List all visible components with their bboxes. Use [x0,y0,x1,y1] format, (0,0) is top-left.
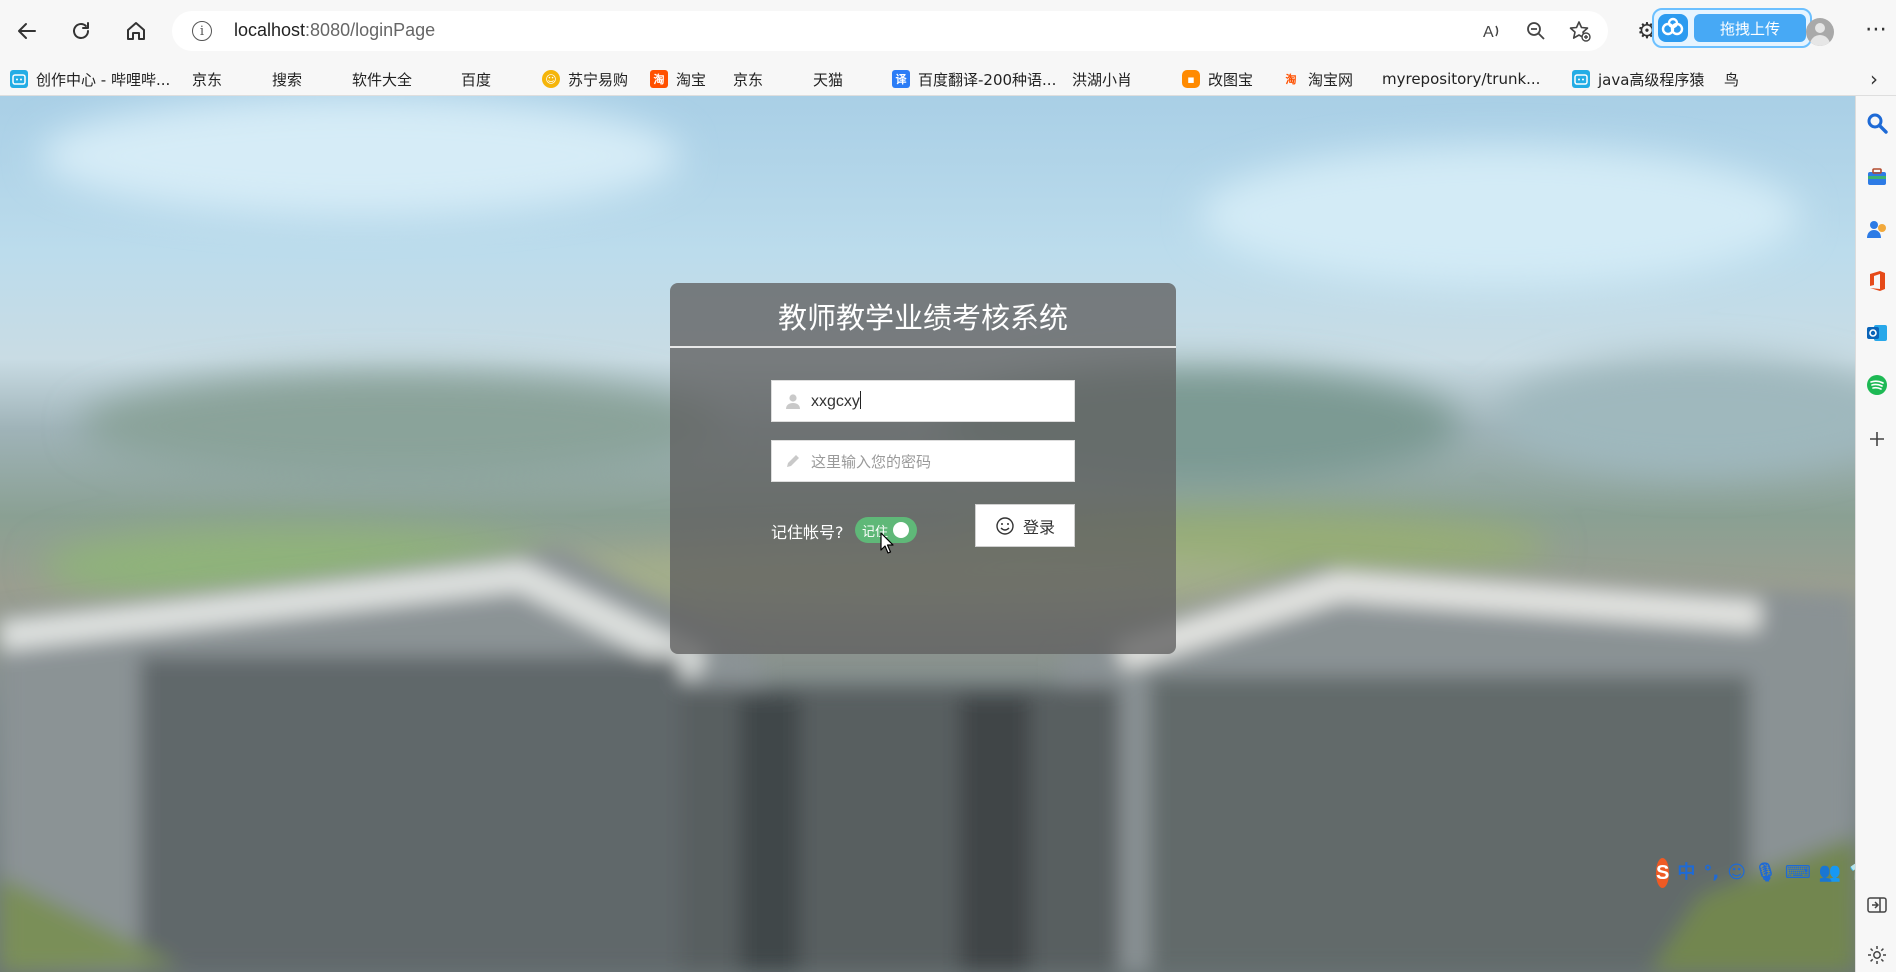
bookmark-label: 百度 [461,70,492,89]
bookmark-item[interactable]: 淘 淘宝网 [1282,62,1354,96]
bookmark-label: myrepository/trunk... [1382,70,1541,88]
bookmark-item[interactable]: java高级程序猿 [1572,62,1704,96]
remember-account-label: 记住帐号? [771,523,844,542]
search-icon[interactable] [1866,112,1888,134]
people-games-icon[interactable] [1866,218,1888,240]
bookmark-item[interactable]: 搜索 [272,62,303,176]
zoom-out-icon[interactable] [1524,19,1548,43]
bookmarks-overflow-chevron-icon[interactable]: › [1870,62,1878,96]
toggle-knob [893,522,909,538]
bookmark-label: 天猫 [813,70,844,89]
bookmark-item[interactable]: 淘 淘宝 [650,62,706,96]
mouse-cursor-icon [880,532,894,554]
outlook-icon[interactable] [1866,322,1888,344]
bookmark-label: 搜索 [272,70,303,89]
bookmark-label: 百度翻译-200种语... [918,70,1057,89]
read-aloud-icon[interactable]: A [1480,19,1504,43]
reload-button[interactable] [64,14,98,48]
bookmark-item[interactable]: ☺ 苏宁易购 [542,62,628,96]
bookmark-label: 洪湖小肖 [1072,70,1133,89]
bookmark-label: 京东 [192,70,223,89]
hide-sidebar-icon[interactable] [1866,894,1888,916]
emoji-icon[interactable]: ☺ [1727,864,1746,882]
browser-sidebar [1855,96,1896,972]
pencil-icon [787,455,799,467]
bookmark-item[interactable]: 译 百度翻译-200种语... [892,62,1056,96]
tools-briefcase-icon[interactable] [1866,166,1888,188]
suning-icon: ☺ [542,70,560,88]
password-input[interactable]: 这里输入您的密码 [771,440,1075,482]
translate-icon: 译 [892,70,910,88]
profile-avatar-icon[interactable] [1806,18,1834,46]
reload-icon [73,22,89,39]
bilibili-icon [10,70,28,88]
password-placeholder: 这里输入您的密码 [811,453,932,471]
spotify-icon[interactable] [1866,374,1888,396]
url-host: localhost [234,20,306,40]
ime-mode[interactable]: 中 [1677,864,1695,882]
add-sidebar-app-icon[interactable] [1866,428,1888,450]
bookmark-item[interactable]: myrepository/trunk... [1382,62,1541,176]
bookmark-item[interactable]: 百度 [461,62,492,175]
bookmark-label: 软件大全 [352,70,413,89]
home-button[interactable] [119,14,153,48]
bookmark-label: 苏宁易购 [568,70,629,89]
bookmark-label: 鸟 [1724,70,1740,89]
add-favorite-icon[interactable] [1568,19,1592,43]
address-bar[interactable]: i localhost:8080/loginPage A [172,11,1608,51]
sidebar-settings-gear-icon[interactable] [1866,944,1888,966]
bookmark-item[interactable]: 鸟 [1724,62,1740,174]
url-path: :8080/loginPage [305,20,436,40]
browser-toolbar: i localhost:8080/loginPage A ⚙ 拖拽上传 ⋯ [0,0,1896,62]
system-title: 教师教学业绩考核系统 [777,301,1068,335]
bookmark-item[interactable]: 京东 [733,62,764,176]
drag-upload-label: 拖拽上传 [1694,14,1806,42]
smile-icon [996,516,1014,535]
bilibili-icon [1572,70,1590,88]
bookmark-label: 创作中心 - 哔哩哔... [36,70,171,89]
bookmark-item[interactable]: 洪湖小肖 [1072,62,1133,176]
bookmark-label: 淘宝网 [1308,70,1354,89]
bookmark-item[interactable]: ▪ 改图宝 [1182,62,1253,96]
url-text[interactable]: localhost:8080/loginPage [234,20,435,41]
taobao-icon: 淘 [1285,73,1297,86]
taobao-icon: 淘 [650,70,668,88]
microphone-icon[interactable]: 🎙 [1754,864,1777,882]
user-icon [786,394,800,409]
bookmark-label: java高级程序猿 [1598,70,1705,89]
baidu-netdisk-icon [1658,14,1688,42]
keyboard-icon[interactable]: ⌨ [1785,864,1811,882]
user-center-icon[interactable]: 👥 [1819,864,1841,882]
bookmark-label: 京东 [733,70,764,89]
more-options-icon[interactable]: ⋯ [1862,14,1890,44]
bookmark-label: 淘宝 [676,70,707,89]
bookmark-item[interactable]: 京东 [192,62,223,176]
bookmark-label: 改图宝 [1208,70,1254,89]
site-info-icon[interactable]: i [192,21,212,41]
title-divider [670,346,1176,348]
bookmark-item[interactable]: 天猫 [813,62,844,176]
bookmark-item[interactable]: 软件大全 [352,62,413,176]
ime-toolbar: S 中 °, ☺ 🎙 ⌨ 👥 👕 ▦ [1656,856,1855,890]
back-arrow-icon [18,23,36,39]
drag-upload-extension[interactable]: 拖拽上传 [1652,8,1812,48]
login-button-label: 登录 [1022,517,1055,537]
home-icon [127,22,145,40]
office-icon[interactable] [1866,270,1888,292]
login-page: 教师教学业绩考核系统 xxgcxy 这里输入您的密码 记住帐号? 记住 登录 S… [0,96,1855,972]
bookmark-item[interactable]: 创作中心 - 哔哩哔... [10,62,170,96]
svg-text:A: A [1483,24,1494,41]
username-value: xxgcxy [811,391,861,410]
gaitubao-icon: ▪ [1182,70,1200,88]
bookmarks-bar: 创作中心 - 哔哩哔... 京东 搜索 软件大全 百度 ☺ 苏宁易购 淘 淘宝 … [0,62,1896,176]
login-panel: 教师教学业绩考核系统 xxgcxy 这里输入您的密码 记住帐号? 记住 登录 [670,283,1176,654]
back-button[interactable] [10,14,44,48]
sogou-logo-icon[interactable]: S [1656,858,1670,888]
ime-punctuation[interactable]: °, [1703,864,1719,882]
login-button[interactable]: 登录 [975,504,1075,547]
username-input[interactable]: xxgcxy [771,380,1075,422]
text-caret [859,391,861,409]
